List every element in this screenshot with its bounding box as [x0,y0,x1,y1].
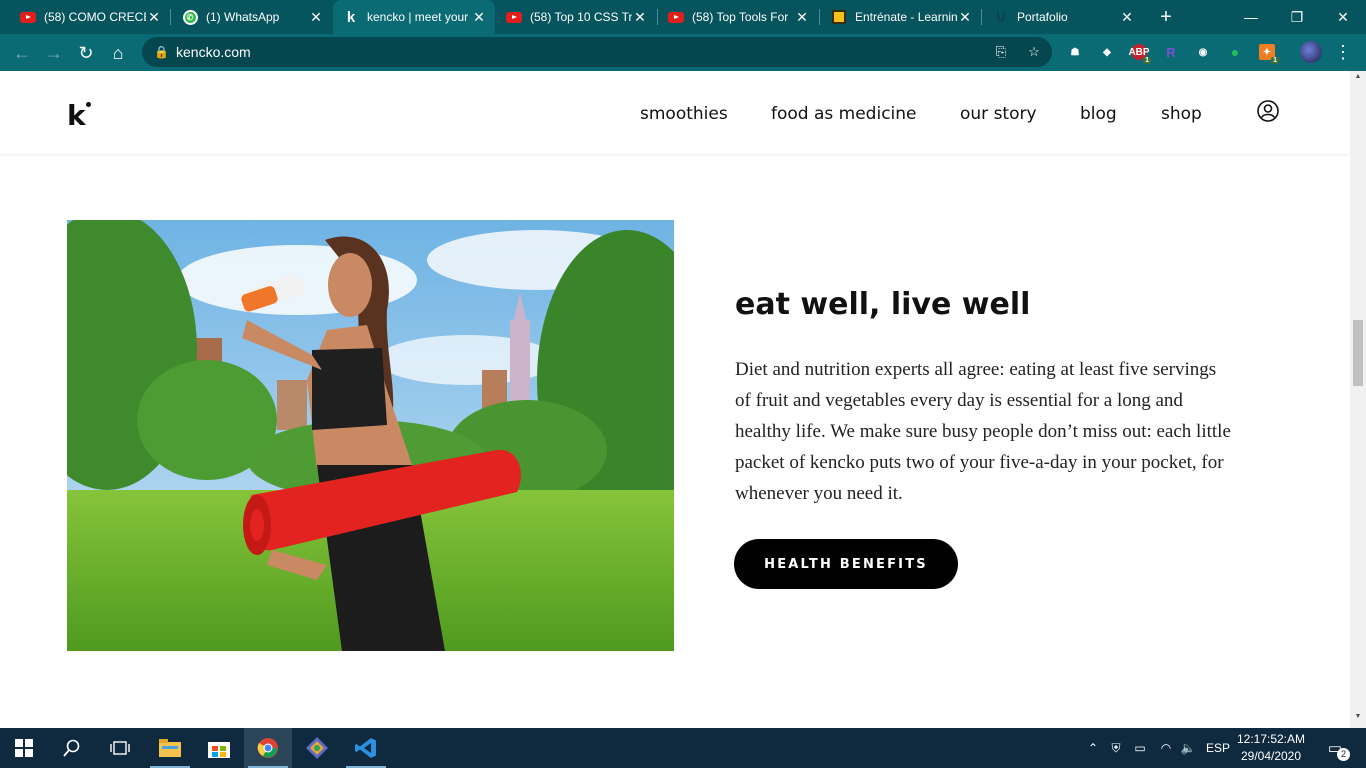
nav-food-as-medicine[interactable]: food as medicine [771,104,917,124]
show-hidden-icons-icon[interactable]: ⌃ [1084,728,1102,768]
hero-image-woman-drinking-smoothie [67,220,674,651]
lock-icon: 🔒 [154,45,169,59]
tab-title: (58) Top Tools For [692,10,789,24]
new-tab-button[interactable]: + [1154,5,1178,29]
site-header: k smoothies food as medicine our story b… [0,71,1350,154]
close-icon[interactable]: ✕ [308,9,324,26]
volume-icon[interactable]: 🔈 [1178,728,1198,768]
minimize-button[interactable]: — [1228,0,1274,34]
clock-time: 12:17:52:AM [1236,732,1306,746]
language-indicator[interactable]: ESP [1204,728,1232,768]
close-icon[interactable]: ✕ [794,9,810,26]
adblock-icon[interactable]: ABP 1 [1128,44,1151,64]
restore-button[interactable]: ❐ [1274,0,1320,34]
nav-blog[interactable]: blog [1080,104,1117,124]
youtube-icon [20,9,36,25]
kencko-icon: k [346,8,356,26]
extension-icon[interactable]: ☗ [1067,44,1083,60]
close-icon[interactable]: ✕ [957,9,973,26]
forward-button[interactable]: → [40,39,68,67]
security-shield-icon[interactable]: ⛨ [1106,728,1126,768]
browser-menu-icon[interactable]: ⋮ [1334,38,1352,66]
notification-center-icon[interactable]: ▭ 2 [1318,728,1352,768]
vscode-icon[interactable] [342,728,390,768]
kencko-logo[interactable]: k [67,99,86,132]
section-body: Diet and nutrition experts all agree: ea… [735,359,1231,504]
battery-icon[interactable]: ▭ [1130,728,1150,768]
search-icon[interactable] [48,728,96,768]
reload-button[interactable]: ↻ [72,39,100,67]
windows-taskbar: ⌃ ⛨ ▭ ◠ 🔈 ESP 12:17:52:AM 29/04/2020 ▭ 2 [0,728,1366,768]
vpn-shield-icon[interactable]: ◆ [1099,44,1115,60]
health-benefits-button[interactable]: HEALTH BENEFITS [734,539,958,589]
chrome-icon[interactable] [244,728,292,768]
profile-avatar[interactable] [1300,41,1322,63]
browser-tab[interactable]: (58) Top 10 CSS Tri ✕ [486,0,656,34]
scroll-up-arrow-icon[interactable]: ▲ [1354,73,1362,80]
notification-count-badge: 2 [1337,748,1350,761]
tab-title: Portafolio [1017,10,1068,24]
page-scrollbar[interactable]: ▲ ▼ [1350,71,1366,728]
windows-start-icon[interactable] [0,728,48,768]
close-icon[interactable]: ✕ [471,9,487,26]
tab-title: kencko | meet your [367,10,469,24]
green-extension-icon[interactable]: ● [1227,44,1243,60]
gitkraken-icon[interactable] [293,728,341,768]
section-heading: eat well, live well [735,287,1031,322]
browser-tab[interactable]: U Portafolio ✕ [973,0,1143,34]
close-window-button[interactable]: ✕ [1320,0,1366,34]
close-icon[interactable]: ✕ [632,9,648,26]
nav-smoothies[interactable]: smoothies [640,104,728,124]
browser-tab[interactable]: (58) COMO CRECER ✕ [0,0,170,34]
browser-tab[interactable]: (58) Top Tools For ✕ [648,0,818,34]
web-page: k smoothies food as medicine our story b… [0,71,1350,728]
tab-title: (58) Top 10 CSS Tri [530,10,632,24]
url-text: kencko.com [176,44,251,60]
close-icon[interactable]: ✕ [146,9,162,26]
tab-title: (1) WhatsApp [206,10,280,24]
translate-icon[interactable]: ⎘ [992,44,1010,62]
home-button[interactable]: ⌂ [104,39,132,67]
browser-tabstrip: (58) COMO CRECER ✕ ✆ (1) WhatsApp ✕ k ke… [0,0,1366,34]
logo-dot [86,102,91,107]
back-button[interactable]: ← [8,39,36,67]
youtube-icon [506,9,522,25]
file-explorer-icon[interactable] [146,728,194,768]
whatsapp-icon: ✆ [182,9,198,25]
close-icon[interactable]: ✕ [1119,9,1135,26]
microsoft-store-icon[interactable] [195,728,243,768]
system-clock[interactable]: 12:17:52:AM 29/04/2020 [1236,731,1306,765]
bookmark-star-icon[interactable]: ☆ [1025,44,1043,62]
nav-shop[interactable]: shop [1161,104,1202,124]
wifi-icon[interactable]: ◠ [1156,728,1176,768]
record-icon[interactable]: ◉ [1195,44,1211,60]
address-bar[interactable]: 🔒 kencko.com ⎘ ☆ [142,37,1052,67]
scroll-thumb[interactable] [1353,320,1363,386]
browser-toolbar: ← → ↻ ⌂ 🔒 kencko.com ⎘ ☆ ☗ ◆ ABP 1 R ◉ ● … [0,34,1366,71]
browser-tab[interactable]: ✆ (1) WhatsApp ✕ [162,0,332,34]
tab-title: Entrénate - Learnin [855,10,957,24]
browser-tab-active[interactable]: k kencko | meet your ✕ [333,0,495,34]
r-extension-icon[interactable]: R [1163,44,1179,60]
scroll-down-arrow-icon[interactable]: ▼ [1354,713,1362,720]
google-classroom-icon [831,9,847,25]
youtube-icon [668,9,684,25]
orange-extension-icon[interactable]: ✦ 1 [1259,44,1279,64]
tab-title: (58) COMO CRECER [44,10,146,24]
browser-tab[interactable]: Entrénate - Learnin ✕ [811,0,981,34]
nav-our-story[interactable]: our story [960,104,1037,124]
clock-date: 29/04/2020 [1240,749,1302,763]
task-view-icon[interactable] [96,728,144,768]
portfolio-icon: U [996,10,1006,24]
account-icon[interactable] [1257,100,1279,122]
